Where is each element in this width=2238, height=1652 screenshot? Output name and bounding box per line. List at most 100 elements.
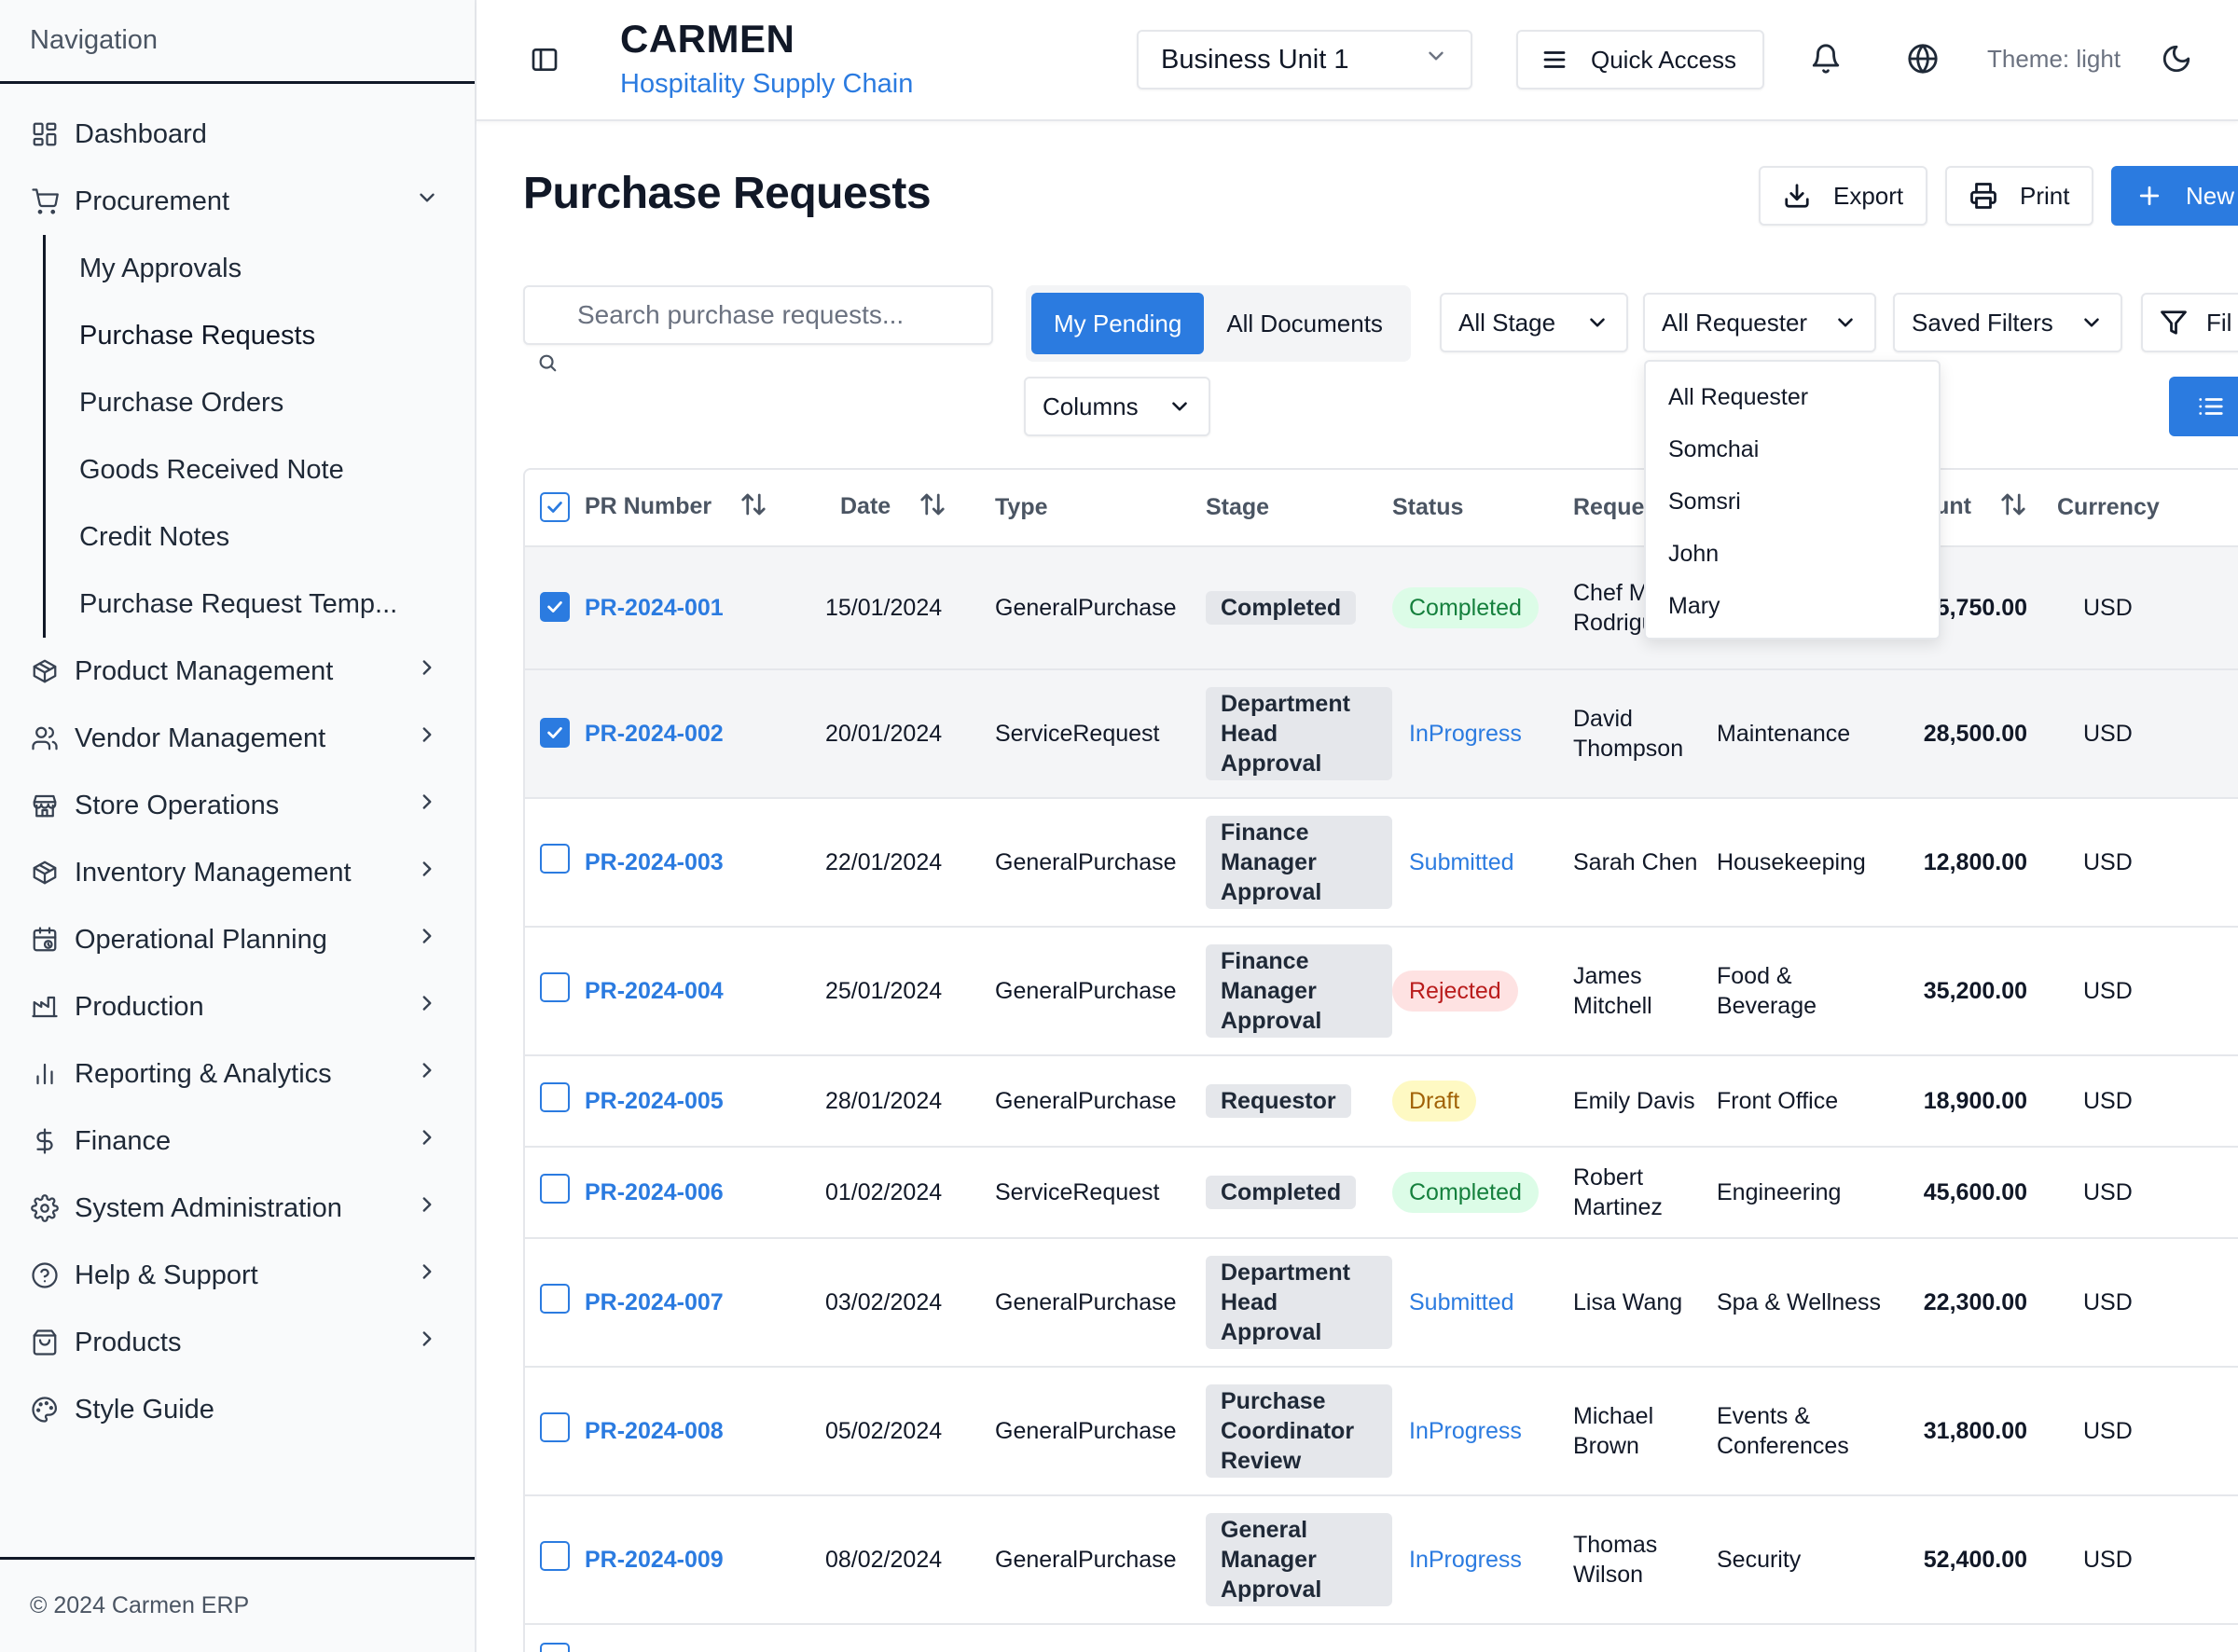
sort-icon[interactable]: [739, 490, 767, 525]
new-button[interactable]: New: [2111, 166, 2238, 226]
quick-access-label: Quick Access: [1591, 45, 1737, 74]
tab-my-pending[interactable]: My Pending: [1031, 293, 1205, 354]
stage-filter[interactable]: All Stage: [1440, 293, 1628, 352]
type-cell: GeneralPurchase: [995, 1495, 1206, 1625]
row-checkbox[interactable]: [540, 844, 570, 874]
globe-icon[interactable]: [1907, 43, 1939, 75]
pr-number-link[interactable]: PR-2024-010: [585, 1648, 724, 1652]
sidebar-toggle-icon[interactable]: [530, 45, 560, 75]
requester-cell: Michael Brown: [1573, 1367, 1717, 1496]
search-box: [523, 285, 993, 345]
row-checkbox[interactable]: [540, 1174, 570, 1204]
sidebar-subitem-purchase-requests[interactable]: Purchase Requests: [79, 302, 475, 369]
top-bar: CARMEN Hospitality Supply Chain Business…: [477, 0, 2238, 121]
requester-option-john[interactable]: John: [1646, 528, 1939, 580]
row-checkbox[interactable]: [540, 1643, 570, 1652]
purchase-requests-table: PR Number Date Type Stage Status Reques …: [523, 468, 2238, 1652]
shopping-cart-icon: [30, 186, 60, 216]
sidebar-item-vendor-management[interactable]: Vendor Management: [0, 705, 475, 772]
sidebar-item-products[interactable]: Products: [0, 1309, 475, 1376]
bell-icon[interactable]: [1810, 43, 1842, 75]
department-cell: Guest: [1717, 1624, 1900, 1652]
sidebar-item-label: Style Guide: [75, 1394, 214, 1425]
search-input[interactable]: [525, 287, 991, 343]
table-row[interactable]: PR-2024-001 15/01/2024 GeneralPurchase Comp…: [525, 546, 2238, 670]
sidebar-item-help-and-support[interactable]: Help & Support: [0, 1242, 475, 1309]
pr-number-link[interactable]: PR-2024-005: [585, 1088, 724, 1114]
sidebar-item-product-management[interactable]: Product Management: [0, 638, 475, 705]
amount-cell: 18,900.00: [1900, 1055, 2057, 1148]
moon-icon[interactable]: [2161, 43, 2192, 75]
row-checkbox[interactable]: [540, 1412, 570, 1442]
sidebar-item-system-administration[interactable]: System Administration: [0, 1175, 475, 1242]
pr-number-link[interactable]: PR-2024-002: [585, 721, 724, 747]
sidebar-subitem-purchase-orders[interactable]: Purchase Orders: [79, 369, 475, 436]
date-cell: 05/02/2024: [825, 1367, 995, 1496]
pr-number-link[interactable]: PR-2024-009: [585, 1547, 724, 1573]
table-row[interactable]: PR-2024-009 08/02/2024 GeneralPurchase Gene…: [525, 1495, 2238, 1625]
status-badge: InProgress: [1409, 1418, 1522, 1444]
pr-number-link[interactable]: PR-2024-001: [585, 595, 724, 621]
pr-number-link[interactable]: PR-2024-008: [585, 1418, 724, 1444]
help-circle-icon: [30, 1260, 60, 1290]
sidebar-subitem-my-approvals[interactable]: My Approvals: [79, 235, 475, 302]
requester-filter[interactable]: All Requester: [1643, 293, 1876, 352]
sidebar-item-store-operations[interactable]: Store Operations: [0, 772, 475, 839]
requester-option-somchai[interactable]: Somchai: [1646, 423, 1939, 475]
sidebar-item-inventory-management[interactable]: Inventory Management: [0, 839, 475, 906]
sidebar-item-operational-planning[interactable]: Operational Planning: [0, 906, 475, 973]
table-row[interactable]: PR-2024-010 JenniferGuest: [525, 1624, 2238, 1652]
list-icon: [2199, 398, 2223, 415]
row-checkbox[interactable]: [540, 1284, 570, 1314]
row-checkbox[interactable]: [540, 1082, 570, 1112]
sidebar-item-procurement[interactable]: Procurement: [0, 168, 475, 235]
table-row[interactable]: PR-2024-008 05/02/2024 GeneralPurchase Purc…: [525, 1367, 2238, 1496]
print-button[interactable]: Print: [1945, 166, 2094, 226]
amount-cell: 52,400.00: [1900, 1495, 2057, 1625]
pr-number-link[interactable]: PR-2024-006: [585, 1179, 724, 1205]
col-date[interactable]: Date: [825, 470, 995, 547]
sidebar-item-finance[interactable]: Finance: [0, 1108, 475, 1175]
saved-filters-select[interactable]: Saved Filters: [1893, 293, 2122, 352]
sidebar-item-style-guide[interactable]: Style Guide: [0, 1376, 475, 1443]
sidebar-item-production[interactable]: Production: [0, 973, 475, 1040]
sort-icon[interactable]: [1999, 490, 2027, 525]
sidebar-subitem-credit-notes[interactable]: Credit Notes: [79, 503, 475, 571]
requester-option-mary[interactable]: Mary: [1646, 580, 1939, 632]
department-cell: Housekeeping: [1717, 798, 1900, 928]
sidebar-subitem-purchase-request-temp[interactable]: Purchase Request Temp...: [79, 571, 475, 638]
sort-icon[interactable]: [919, 490, 946, 525]
table-row[interactable]: PR-2024-005 28/01/2024 GeneralPurchase Requ…: [525, 1055, 2238, 1148]
row-checkbox[interactable]: [540, 717, 570, 748]
department-cell: Security: [1717, 1495, 1900, 1625]
list-view-button[interactable]: [2169, 377, 2238, 436]
sidebar-item-dashboard[interactable]: Dashboard: [0, 101, 475, 168]
status-badge: Submitted: [1409, 849, 1514, 875]
select-all-checkbox[interactable]: [540, 491, 570, 522]
col-pr-number[interactable]: PR Number: [585, 470, 825, 547]
table-row[interactable]: PR-2024-007 03/02/2024 GeneralPurchase Depa…: [525, 1238, 2238, 1368]
shopping-bag-icon: [30, 1328, 60, 1357]
row-checkbox[interactable]: [540, 972, 570, 1002]
pr-number-link[interactable]: PR-2024-003: [585, 849, 724, 875]
business-unit-select[interactable]: Business Unit 1: [1137, 30, 1472, 89]
quick-access-button[interactable]: Quick Access: [1516, 30, 1764, 89]
table-row[interactable]: PR-2024-004 25/01/2024 GeneralPurchase Fina…: [525, 927, 2238, 1056]
pr-number-link[interactable]: PR-2024-007: [585, 1289, 724, 1315]
sidebar-subitem-goods-received-note[interactable]: Goods Received Note: [79, 436, 475, 503]
sidebar-item-reporting-and-analytics[interactable]: Reporting & Analytics: [0, 1040, 475, 1108]
pr-number-link[interactable]: PR-2024-004: [585, 978, 724, 1004]
filter-button[interactable]: Fil: [2141, 293, 2238, 352]
requester-option-somsri[interactable]: Somsri: [1646, 475, 1939, 528]
table-row[interactable]: PR-2024-006 01/02/2024 ServiceRequest Compl…: [525, 1147, 2238, 1239]
table-row[interactable]: PR-2024-002 20/01/2024 ServiceRequest Depar…: [525, 669, 2238, 799]
columns-button[interactable]: Columns: [1024, 377, 1210, 436]
requester-option-all-requester[interactable]: All Requester: [1646, 371, 1939, 423]
amount-cell: [1900, 1624, 2057, 1652]
table-row[interactable]: PR-2024-003 22/01/2024 GeneralPurchase Fina…: [525, 798, 2238, 928]
tab-all-documents[interactable]: All Documents: [1204, 293, 1405, 354]
export-button[interactable]: Export: [1759, 166, 1928, 226]
chevron-right-icon: [415, 723, 439, 754]
row-checkbox[interactable]: [540, 591, 570, 622]
row-checkbox[interactable]: [540, 1541, 570, 1571]
